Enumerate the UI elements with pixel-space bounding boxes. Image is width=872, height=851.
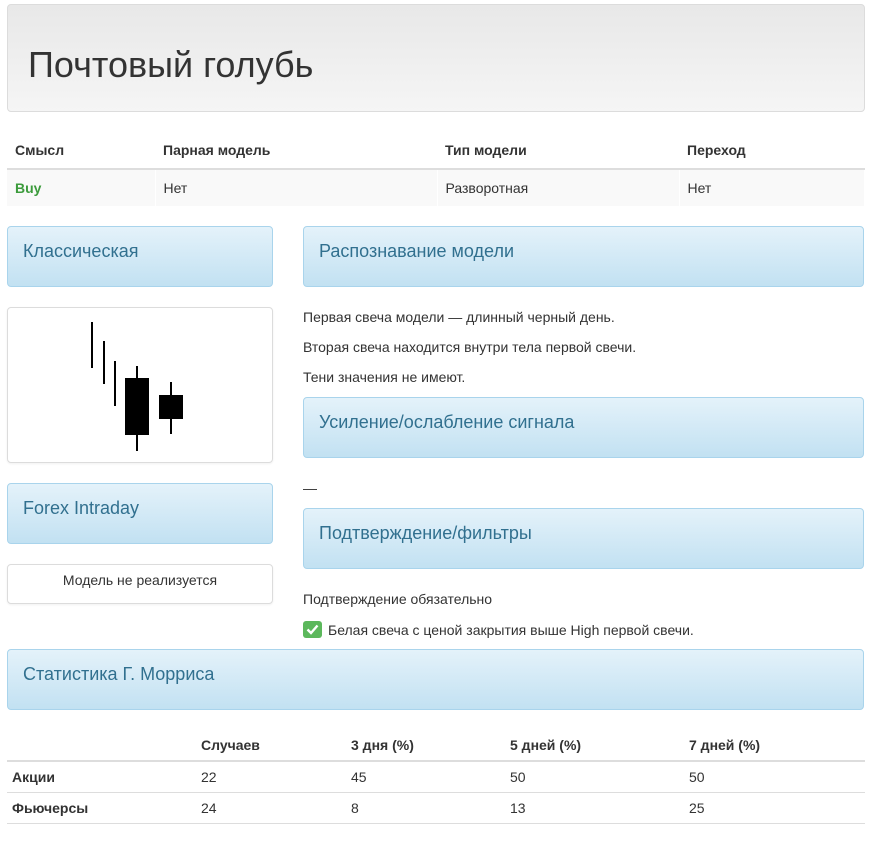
confirmation-panel-header: Подтверждение/фильтры [303,508,864,569]
stats-cell-cases: 24 [196,792,346,824]
candlestick-diagram [7,307,273,463]
candlestick-chart-icon [91,322,183,451]
table-row: Фьючерсы 24 8 13 25 [7,792,865,824]
strength-panel-title: Усиление/ослабление сигнала [319,412,575,432]
stats-header-cases: Случаев [196,729,346,762]
page-title: Почтовый голубь [28,44,314,85]
confirmation-required-text: Подтверждение обязательно [303,591,493,607]
stats-header-7d: 7 дней (%) [684,729,865,762]
forex-box: Модель не реализуется [7,564,273,604]
strength-text: — [303,480,317,496]
paired-value: Нет [155,169,438,206]
page-header: Почтовый голубь [7,4,865,112]
stats-header-5d: 5 дней (%) [505,729,684,762]
confirmation-filter-text: Белая свеча с ценой закрытия выше High п… [328,622,694,638]
stats-cell-3d: 8 [346,792,505,824]
small-candle-body [159,395,183,419]
info-header-paired: Парная модель [155,132,437,170]
info-header-transition: Переход [679,132,865,170]
recognition-line-3: Тени значения не имеют. [303,369,466,385]
stats-cell-7d: 25 [684,792,865,824]
stats-header-label [7,729,196,762]
table-row: Акции 22 45 50 50 [7,761,865,793]
forex-panel-title: Forex Intraday [23,498,140,518]
stats-cell-3d: 45 [346,761,505,793]
forex-panel-header: Forex Intraday [7,483,273,544]
recognition-line-1: Первая свеча модели — длинный черный ден… [303,309,615,325]
stats-panel-header: Статистика Г. Морриса [7,649,864,710]
check-icon [303,621,322,638]
stats-row-label: Фьючерсы [7,792,196,824]
stats-cell-cases: 22 [196,761,346,793]
stats-cell-5d: 13 [505,792,684,824]
stats-table: Случаев 3 дня (%) 5 дней (%) 7 дней (%) … [7,729,865,824]
recognition-panel-header: Распознавание модели [303,226,864,287]
recognition-panel-title: Распознавание модели [319,241,515,261]
info-header-type: Тип модели [437,132,679,170]
table-row: Buy Нет Разворотная Нет [7,169,865,206]
info-header-meaning: Смысл [7,132,155,170]
confirmation-panel-title: Подтверждение/фильтры [319,523,532,543]
stats-panel-title: Статистика Г. Морриса [23,664,215,684]
classic-panel-title: Классическая [23,241,139,261]
info-table: Смысл Парная модель Тип модели Переход B… [7,132,865,206]
stats-row-label: Акции [7,761,196,793]
classic-panel-header: Классическая [7,226,273,287]
strength-panel-header: Усиление/ослабление сигнала [303,397,864,458]
confirmation-filter-item: Белая свеча с ценой закрытия выше High п… [303,621,694,638]
meaning-value: Buy [7,169,156,206]
stats-cell-5d: 50 [505,761,684,793]
stats-header-3d: 3 дня (%) [346,729,505,762]
type-value: Разворотная [437,169,680,206]
black-candle-body [125,378,149,435]
stats-cell-7d: 50 [684,761,865,793]
transition-value: Нет [679,169,865,206]
forex-text: Модель не реализуется [62,572,218,588]
recognition-line-2: Вторая свеча находится внутри тела перво… [303,339,637,355]
